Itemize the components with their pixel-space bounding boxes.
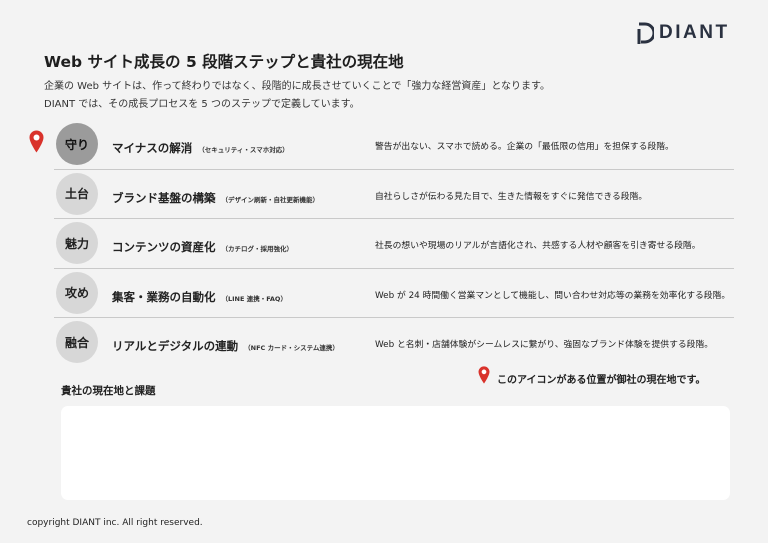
current-position-pin-icon <box>29 130 44 153</box>
step-title: 集客・業務の自動化 （LINE 連携・FAQ） <box>112 286 287 305</box>
step-title: リアルとデジタルの連動 （NFC カード・システム連携） <box>112 335 339 354</box>
intro-text-line-1: 企業の Web サイトは、作って終わりではなく、段階的に成長させていくことで「強… <box>44 81 551 92</box>
step-row-appeal: 魅力 コンテンツの資産化 （カチログ・採用強化） 社長の想いや現場のリアルが言語化… <box>54 219 734 269</box>
step-row-defense: 守り マイナスの解消 （セキュリティ・スマホ対応） 警告が出ない、スマホで読める。… <box>54 120 734 170</box>
step-title: マイナスの解消 （セキュリティ・スマホ対応） <box>112 137 289 156</box>
step-title: ブランド基盤の構築 （デザイン刷新・自社更新機能） <box>112 187 319 206</box>
status-heading: 貴社の現在地と課題 <box>61 385 156 397</box>
step-badge: 土台 <box>56 172 98 215</box>
step-note: （カチログ・採用強化） <box>221 245 294 253</box>
step-name: 集客・業務の自動化 <box>112 289 216 304</box>
step-note: （LINE 連携・FAQ） <box>221 294 287 303</box>
intro-text-line-2: DIANT では、その成長プロセスを 5 つのステップで定義しています。 <box>44 99 360 110</box>
growth-steps-list: 守り マイナスの解消 （セキュリティ・スマホ対応） 警告が出ない、スマホで読める。… <box>54 120 734 367</box>
step-name: マイナスの解消 <box>112 141 193 155</box>
diant-logo-mark-icon <box>637 22 654 44</box>
step-description: Web と名刺・店舗体験がシームレスに繋がり、強固なブランド体験を提供する段階。 <box>375 340 714 350</box>
step-badge: 魅力 <box>56 222 98 264</box>
step-name: ブランド基盤の構築 <box>112 190 216 205</box>
step-description: Web が 24 時間働く営業マンとして機能し、問い合わせ対応等の業務を効率化す… <box>375 290 731 301</box>
page-title: Web サイト成長の 5 段階ステップと貴社の現在地 <box>44 53 404 71</box>
step-name: コンテンツの資産化 <box>112 240 216 254</box>
step-badge: 攻め <box>56 271 98 314</box>
step-note: （NFC カード・システム連携） <box>244 344 339 352</box>
step-description: 警告が出ない、スマホで読める。企業の「最低限の信用」を担保する段階。 <box>375 142 674 152</box>
step-title: コンテンツの資産化 （カチログ・採用強化） <box>112 236 293 255</box>
step-badge: 融合 <box>56 321 98 363</box>
logo-text: DIANT <box>659 22 730 43</box>
step-note: （デザイン刷新・自社更新機能） <box>221 195 320 204</box>
step-note: （セキュリティ・スマホ対応） <box>198 146 289 154</box>
step-row-fusion: 融合 リアルとデジタルの連動 （NFC カード・システム連携） Web と名刺・店… <box>54 318 734 367</box>
step-row-offense: 攻め 集客・業務の自動化 （LINE 連携・FAQ） Web が 24 時間働く営… <box>54 269 734 318</box>
step-description: 社長の想いや現場のリアルが言語化され、共感する人材や顧客を引き寄せる段階。 <box>375 241 701 251</box>
step-badge: 守り <box>56 123 98 165</box>
legend-text: このアイコンがある位置が御社の現在地です。 <box>497 375 706 386</box>
brand-logo: DIANT <box>637 22 730 44</box>
status-input-box[interactable] <box>61 406 730 500</box>
copyright-text: copyright DIANT inc. All right reserved. <box>27 518 203 528</box>
step-name: リアルとデジタルの連動 <box>112 339 239 353</box>
map-pin-icon <box>478 366 490 384</box>
step-description: 自社らしさが伝わる見た目で、生きた情報をすぐに発信できる段階。 <box>375 191 648 202</box>
step-row-foundation: 土台 ブランド基盤の構築 （デザイン刷新・自社更新機能） 自社らしさが伝わる見た目… <box>54 170 734 219</box>
